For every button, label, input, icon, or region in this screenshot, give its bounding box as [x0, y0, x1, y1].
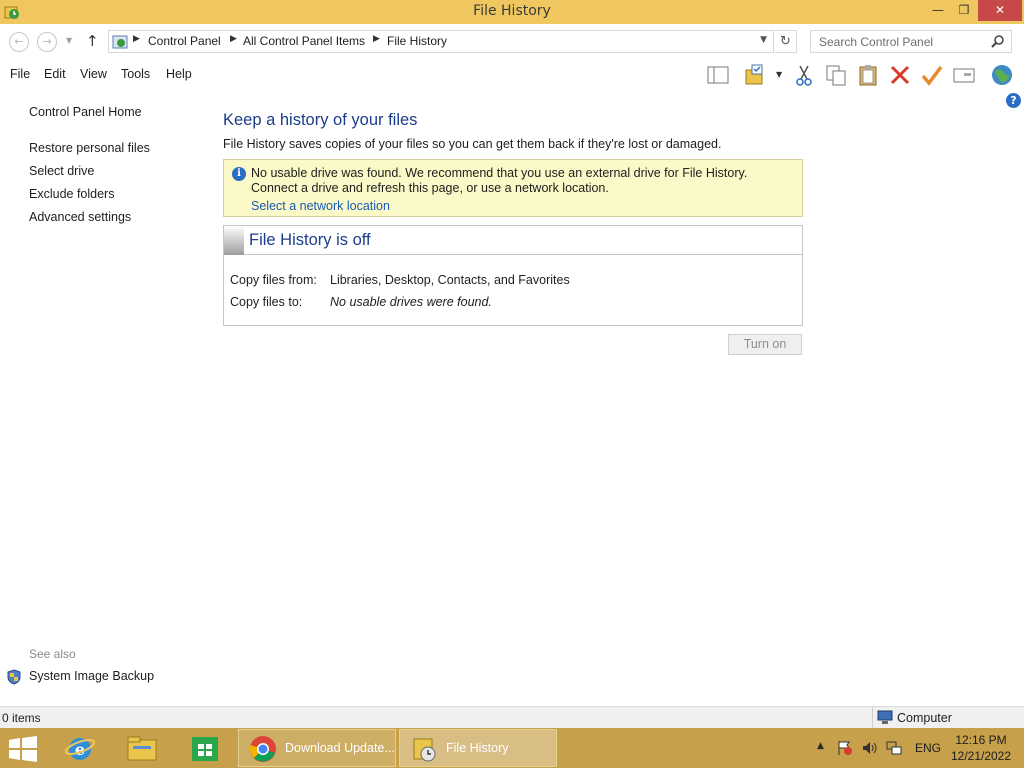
shield-icon	[7, 669, 21, 685]
sidebar-item-restore-personal-files[interactable]: Restore personal files	[29, 141, 150, 155]
menu-file[interactable]: File	[10, 67, 30, 81]
back-arrow-icon[interactable]: ←	[9, 32, 29, 52]
folder-options-icon[interactable]	[744, 63, 768, 87]
minimize-button[interactable]: —	[924, 0, 952, 21]
status-bar: 0 items Computer	[0, 706, 1024, 729]
taskbar: e Download Update... File History ▲ ENG …	[0, 728, 1024, 768]
navigation-bar: ← → ▼ ↑ ▶ Control Panel ▶ All Control Pa…	[0, 24, 1024, 60]
search-input[interactable]	[811, 31, 991, 52]
search-box[interactable]	[810, 30, 1012, 53]
status-title: File History is off	[249, 231, 371, 249]
breadcrumb-separator-icon[interactable]: ▶	[133, 34, 140, 44]
breadcrumb-control-panel[interactable]: Control Panel	[148, 34, 221, 48]
status-indicator-icon	[224, 226, 244, 255]
page-description: File History saves copies of your files …	[223, 137, 722, 151]
see-also-label: See also	[29, 647, 76, 661]
menu-tools[interactable]: Tools	[121, 67, 150, 81]
internet-explorer-icon[interactable]: e	[63, 732, 97, 764]
select-network-location-link[interactable]: Select a network location	[251, 199, 390, 213]
globe-icon[interactable]	[990, 63, 1014, 87]
address-dropdown-chevron-icon[interactable]: ▼	[760, 35, 767, 45]
computer-icon	[877, 710, 893, 724]
breadcrumb-all-items[interactable]: All Control Panel Items	[243, 34, 365, 48]
item-count: 0 items	[2, 711, 41, 725]
recent-locations-chevron-icon[interactable]: ▼	[66, 36, 72, 45]
sidebar-item-select-drive[interactable]: Select drive	[29, 164, 94, 178]
breadcrumb-separator-icon[interactable]: ▶	[230, 34, 237, 44]
info-bar: i No usable drive was found. We recommen…	[223, 159, 803, 217]
network-icon[interactable]	[886, 740, 902, 756]
menu-view[interactable]: View	[80, 67, 107, 81]
show-hidden-icons-chevron-icon[interactable]: ▲	[817, 741, 824, 751]
paste-icon[interactable]	[856, 63, 880, 87]
folder-options-chevron-icon[interactable]: ▼	[776, 70, 782, 79]
layout-icon[interactable]	[706, 63, 730, 87]
taskbar-item-file-history[interactable]: File History	[399, 729, 557, 767]
refresh-icon[interactable]: ↻	[775, 30, 797, 53]
checkmark-icon[interactable]	[920, 63, 944, 87]
clock-time[interactable]: 12:16 PM	[946, 733, 1016, 747]
file-explorer-icon[interactable]	[125, 732, 159, 764]
input-language-indicator[interactable]: ENG	[915, 741, 941, 755]
chrome-icon	[249, 736, 276, 762]
up-arrow-icon[interactable]: ↑	[86, 32, 99, 50]
store-icon[interactable]	[188, 732, 222, 764]
menu-bar: File Edit View Tools Help ▼	[0, 60, 1024, 90]
copy-from-label: Copy files from:	[230, 273, 317, 287]
help-icon[interactable]: ?	[1006, 93, 1021, 108]
status-divider	[872, 707, 873, 729]
info-icon: i	[232, 167, 246, 181]
status-panel-header: File History is off	[224, 226, 802, 255]
copy-icon[interactable]	[824, 63, 848, 87]
copy-to-value: No usable drives were found.	[330, 295, 492, 309]
breadcrumb-file-history[interactable]: File History	[387, 34, 447, 48]
maximize-button[interactable]: ❐	[950, 0, 978, 21]
window-title: File History	[473, 3, 551, 19]
taskbar-item-label: File History	[446, 741, 509, 755]
address-bar[interactable]: ▶ Control Panel ▶ All Control Panel Item…	[108, 30, 774, 53]
taskbar-item-chrome[interactable]: Download Update...	[238, 729, 396, 767]
control-panel-home-link[interactable]: Control Panel Home	[29, 105, 142, 119]
properties-icon[interactable]	[952, 63, 976, 87]
taskbar-item-label: Download Update...	[285, 741, 395, 755]
volume-icon[interactable]	[861, 740, 877, 756]
copy-from-value: Libraries, Desktop, Contacts, and Favori…	[330, 273, 570, 287]
info-message: No usable drive was found. We recommend …	[251, 166, 748, 195]
title-bar: File History — ❐ ✕	[0, 0, 1024, 24]
sidebar-item-advanced-settings[interactable]: Advanced settings	[29, 210, 131, 224]
cut-icon[interactable]	[792, 63, 816, 87]
system-image-backup-link[interactable]: System Image Backup	[29, 669, 154, 683]
sidebar-item-exclude-folders[interactable]: Exclude folders	[29, 187, 114, 201]
action-center-flag-icon[interactable]	[837, 740, 853, 756]
clock-date[interactable]: 12/21/2022	[946, 749, 1016, 763]
copy-to-label: Copy files to:	[230, 295, 303, 309]
search-icon[interactable]	[991, 34, 1005, 48]
breadcrumb-separator-icon[interactable]: ▶	[373, 34, 380, 44]
control-panel-icon	[112, 35, 128, 49]
location-label: Computer	[897, 711, 952, 725]
left-navigation-pane: Control Panel Home Restore personal file…	[0, 90, 205, 702]
menu-edit[interactable]: Edit	[44, 67, 66, 81]
turn-on-button[interactable]: Turn on	[728, 334, 802, 355]
file-history-status-panel: File History is off Copy files from: Lib…	[223, 225, 803, 326]
delete-icon[interactable]	[888, 63, 912, 87]
page-title: Keep a history of your files	[223, 111, 418, 129]
close-button[interactable]: ✕	[978, 0, 1022, 21]
file-history-icon	[413, 738, 436, 762]
windows-start-icon[interactable]	[8, 736, 38, 762]
forward-arrow-icon[interactable]: →	[37, 32, 57, 52]
menu-help[interactable]: Help	[166, 67, 192, 81]
